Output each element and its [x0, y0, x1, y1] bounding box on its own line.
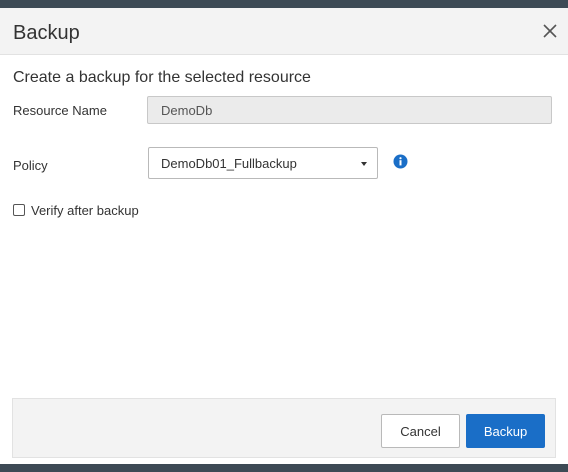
dialog-title: Backup — [13, 22, 80, 44]
verify-after-backup-option[interactable]: Verify after backup — [13, 202, 139, 218]
caret-down-icon — [361, 162, 367, 166]
dialog-header: Backup — [0, 8, 568, 55]
backup-button[interactable]: Backup — [466, 414, 545, 448]
verify-after-backup-label: Verify after backup — [31, 202, 139, 218]
close-icon[interactable] — [541, 22, 559, 40]
info-icon[interactable] — [393, 154, 408, 169]
resource-name-label: Resource Name — [13, 103, 107, 118]
policy-label: Policy — [13, 158, 48, 173]
verify-after-backup-checkbox[interactable] — [13, 204, 25, 216]
policy-select[interactable]: DemoDb01_Fullbackup — [148, 147, 378, 179]
dialog-subtitle: Create a backup for the selected resourc… — [13, 69, 311, 86]
resource-name-field: DemoDb — [147, 96, 552, 124]
policy-selected-value: DemoDb01_Fullbackup — [161, 156, 297, 171]
backup-dialog: Backup Create a backup for the selected … — [0, 8, 568, 464]
dialog-footer: Cancel Backup — [12, 398, 556, 458]
cancel-button[interactable]: Cancel — [381, 414, 460, 448]
